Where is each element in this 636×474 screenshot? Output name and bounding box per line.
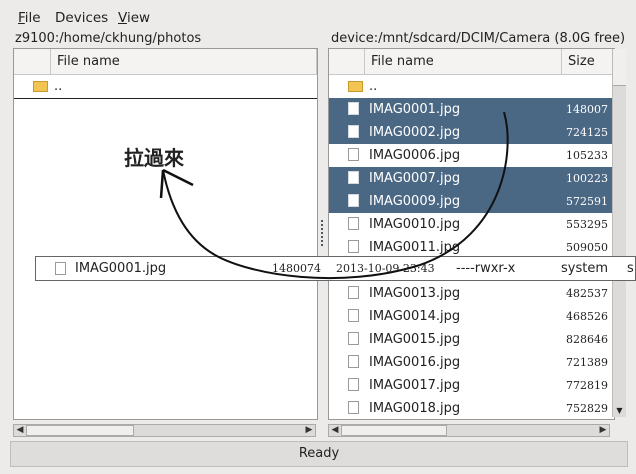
status-bar: Ready (10, 441, 628, 467)
drag-arrow-drawing (159, 111, 509, 280)
drag-arrow-curve (162, 111, 509, 280)
